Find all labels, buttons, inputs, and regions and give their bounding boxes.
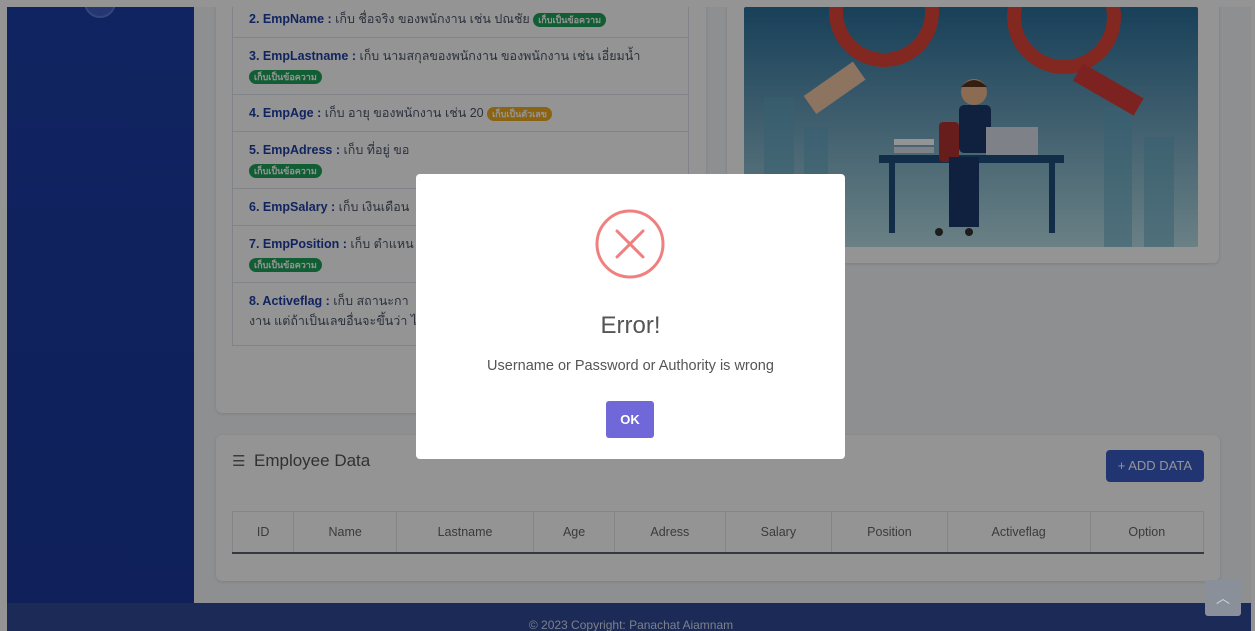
scroll-to-top-button[interactable]: ︿ — [1205, 580, 1241, 616]
x-circle-icon — [595, 209, 665, 279]
chevron-up-icon: ︿ — [1216, 591, 1230, 607]
dialog-title: Error! — [600, 312, 661, 339]
dialog-message: Username or Password or Authority is wro… — [487, 358, 774, 374]
error-dialog: Error! Username or Password or Authority… — [416, 174, 845, 459]
ok-button[interactable]: OK — [606, 401, 654, 438]
